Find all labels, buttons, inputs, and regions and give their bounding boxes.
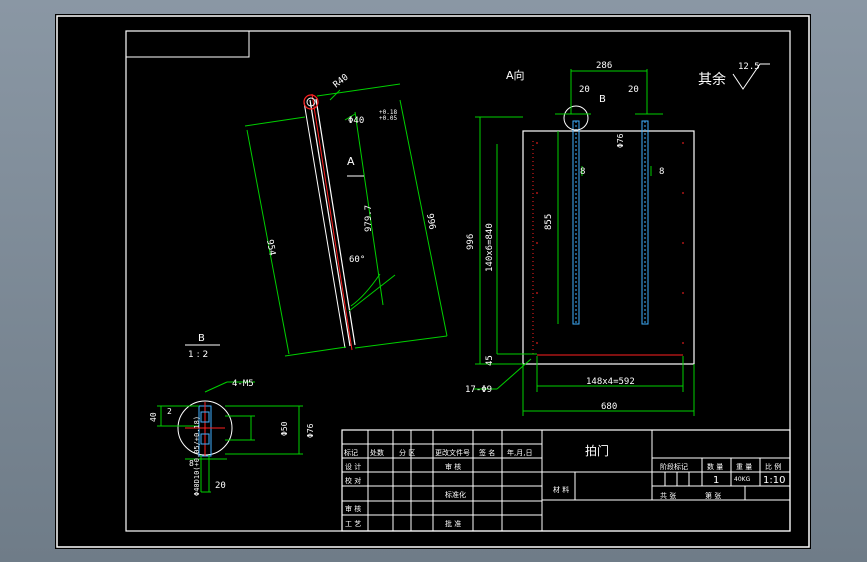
title-block: 拍门 标记 处数 分 区 更改文件号 签 名 年,月,日 设 计 校 对 审 核… xyxy=(341,429,791,532)
side-view: R40 +0.18 +0.05 Φ40 A 954 979.7 996 60° xyxy=(244,72,448,357)
dim-2-b: 2 xyxy=(167,407,172,416)
dim-996-a: 996 xyxy=(466,234,476,250)
stage-mark: 阶段标记 xyxy=(660,462,688,471)
door-plate xyxy=(522,130,695,365)
cad-viewport: R40 +0.18 +0.05 Φ40 A 954 979.7 996 60° … xyxy=(0,0,867,562)
hdr-4: 签 名 xyxy=(479,448,495,457)
phi50-b: Φ50 xyxy=(280,421,289,436)
hdr-0: 标记 xyxy=(344,448,358,457)
dim-8-right: 8 xyxy=(659,167,664,177)
hdr-5: 年,月,日 xyxy=(507,448,532,457)
weight-label: 重 量 xyxy=(736,463,752,471)
dim-20-left: 20 xyxy=(579,85,590,95)
dim-20-b: 20 xyxy=(215,481,226,491)
scale-value: 1:10 xyxy=(763,475,785,486)
phi76-b: Φ76 xyxy=(306,423,315,438)
drawing-canvas: R40 +0.18 +0.05 Φ40 A 954 979.7 996 60° … xyxy=(56,15,810,548)
row-standard: 标准化 xyxy=(445,490,466,499)
angle-label: 60° xyxy=(349,255,365,265)
tol-lower: +0.05 xyxy=(379,115,397,122)
quantity-label: 数 量 xyxy=(707,462,723,471)
dim-148x4: 148x4=592 xyxy=(586,377,635,387)
roughness-value: 12.5 xyxy=(738,62,760,72)
scale-label: 比 例 xyxy=(765,462,781,471)
sheet-no: 第 张 xyxy=(705,491,721,500)
row-design: 设 计 xyxy=(345,462,361,471)
dim-855: 855 xyxy=(544,214,554,230)
section-a-label: A xyxy=(347,155,355,168)
hdr-1: 处数 xyxy=(370,448,384,457)
detail-b-title: B xyxy=(198,333,205,344)
front-view-a: A向 286 20 20 B Φ76 8 8 855 996 140x6=840… xyxy=(465,61,695,416)
sheets-total: 共 张 xyxy=(660,491,676,500)
row-mid-review: 审 核 xyxy=(445,462,461,471)
row-check: 校 对 xyxy=(345,476,361,485)
dim-20-right: 20 xyxy=(628,85,639,95)
a-view-title: A向 xyxy=(506,68,525,82)
weight-value: 40KG xyxy=(734,476,751,483)
dim-40-b: 40 xyxy=(149,412,158,422)
holes-label: 17-Φ9 xyxy=(465,385,492,395)
hdr-3: 更改文件号 xyxy=(435,448,470,457)
r40-label: R40 xyxy=(332,72,351,90)
quantity-value: 1 xyxy=(713,475,719,486)
dim-954: 954 xyxy=(264,239,277,257)
dim-979: 979.7 xyxy=(364,205,374,232)
phi76-a: Φ76 xyxy=(616,133,625,148)
dim-8-left: 8 xyxy=(580,167,585,177)
row-approve: 批 准 xyxy=(445,519,461,528)
drawing-sheet: R40 +0.18 +0.05 Φ40 A 954 979.7 996 60° … xyxy=(55,14,811,549)
drawing-code-box xyxy=(125,30,250,58)
roughness-note: 其余 12.5 xyxy=(698,62,770,90)
bolts-label: 4-M5 xyxy=(232,379,254,389)
row-process: 工 艺 xyxy=(345,520,361,528)
roughness-text: 其余 xyxy=(698,71,726,88)
detail-b-view: B 1 : 2 4-M5 40 2 8 20 Φ50 Φ76 Φ40D10(+0… xyxy=(149,333,315,496)
dim-286: 286 xyxy=(596,61,612,71)
dim-140x6: 140x6=840 xyxy=(485,223,495,272)
dim-45: 45 xyxy=(485,355,495,366)
detail-b-callout: B xyxy=(599,94,606,105)
row-review: 审 核 xyxy=(345,504,361,513)
material-label: 材 料 xyxy=(553,485,569,494)
detail-b-scale: 1 : 2 xyxy=(188,350,208,360)
phi40-label: Φ40 xyxy=(348,116,364,126)
dim-680: 680 xyxy=(601,402,617,412)
hdr-2: 分 区 xyxy=(399,448,415,457)
part-name: 拍门 xyxy=(585,443,609,458)
phi40d10-b: Φ40D10(+0.05/+0.18) xyxy=(193,416,201,496)
